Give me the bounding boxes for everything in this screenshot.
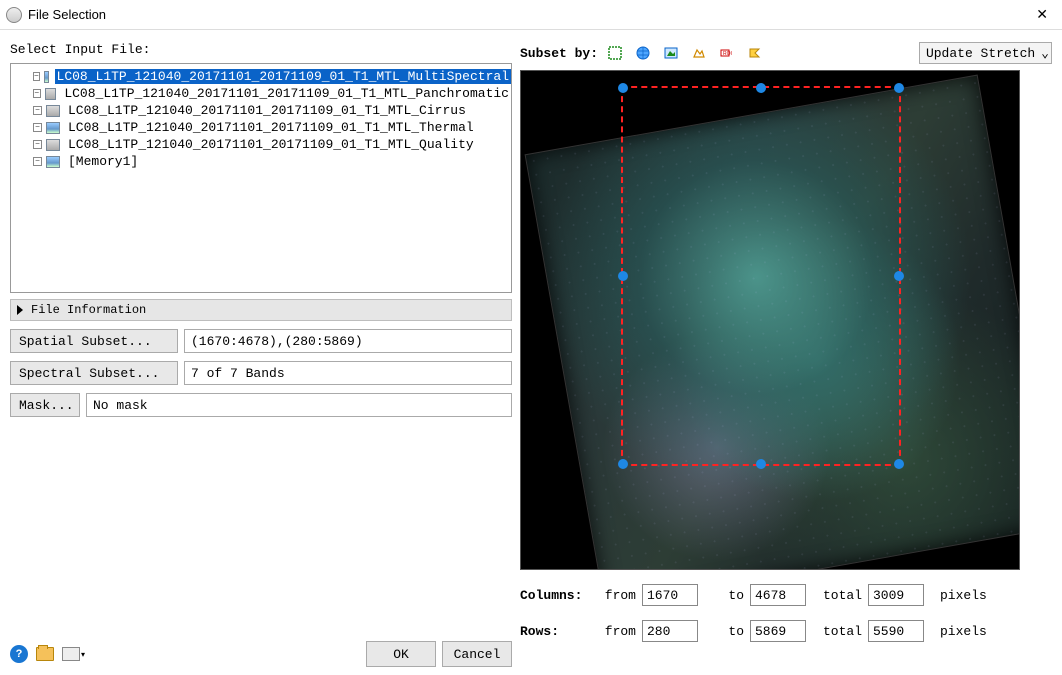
file-name: LC08_L1TP_121040_20171101_20171109_01_T1…: [66, 137, 476, 152]
spatial-subset-button[interactable]: Spatial Subset...: [10, 329, 178, 353]
file-list[interactable]: − LC08_L1TP_121040_20171101_20171109_01_T…: [10, 63, 512, 293]
file-icon: [46, 122, 60, 134]
update-stretch-label: Update Stretch: [926, 46, 1035, 61]
columns-total-input[interactable]: [868, 584, 924, 606]
tree-toggle-icon[interactable]: −: [33, 89, 41, 98]
columns-label: Columns:: [520, 588, 590, 603]
subset-file-tool-icon[interactable]: [660, 43, 682, 63]
file-list-item[interactable]: − LC08_L1TP_121040_20171101_20171109_01_T…: [11, 136, 511, 153]
file-icon: [46, 139, 60, 151]
expand-arrow-icon: [17, 305, 23, 315]
file-icon: [46, 156, 60, 168]
tree-toggle-icon[interactable]: −: [33, 123, 42, 132]
file-list-item[interactable]: − LC08_L1TP_121040_20171101_20171109_01_T…: [11, 85, 511, 102]
subset-by-label: Subset by:: [520, 46, 598, 61]
save-dropdown-button[interactable]: ▾: [62, 647, 85, 661]
update-stretch-dropdown[interactable]: Update Stretch ⌄: [919, 42, 1052, 64]
to-label: to: [704, 624, 744, 639]
file-icon: [46, 105, 60, 117]
satellite-image: [525, 75, 1020, 570]
file-name: [Memory1]: [66, 154, 140, 169]
roi-handle-tm[interactable]: [756, 83, 766, 93]
file-name: LC08_L1TP_121040_20171101_20171109_01_T1…: [66, 103, 468, 118]
from-label: from: [596, 588, 636, 603]
spectral-subset-button[interactable]: Spectral Subset...: [10, 361, 178, 385]
file-name: LC08_L1TP_121040_20171101_20171109_01_T1…: [66, 120, 476, 135]
close-icon[interactable]: ✕: [1028, 6, 1056, 23]
help-icon[interactable]: ?: [10, 645, 28, 663]
rows-to-input[interactable]: [750, 620, 806, 642]
total-label: total: [812, 624, 862, 639]
file-icon: [44, 71, 49, 83]
file-list-item[interactable]: − LC08_L1TP_121040_20171101_20171109_01_T…: [11, 119, 511, 136]
tree-toggle-icon[interactable]: −: [33, 106, 42, 115]
from-label: from: [596, 624, 636, 639]
preview-image-area[interactable]: [520, 70, 1020, 570]
chevron-down-icon: ▾: [81, 650, 85, 659]
mask-button[interactable]: Mask...: [10, 393, 80, 417]
ok-button[interactable]: OK: [366, 641, 436, 667]
file-list-item[interactable]: − [Memory1]: [11, 153, 511, 170]
titlebar: File Selection ✕: [0, 0, 1062, 30]
file-name: LC08_L1TP_121040_20171101_20171109_01_T1…: [62, 86, 511, 101]
subset-roi-tool-icon[interactable]: ROI: [716, 43, 738, 63]
tree-toggle-icon[interactable]: −: [33, 140, 42, 149]
select-input-label: Select Input File:: [10, 42, 512, 57]
subset-map-tool-icon[interactable]: [632, 43, 654, 63]
columns-from-input[interactable]: [642, 584, 698, 606]
to-label: to: [704, 588, 744, 603]
cancel-button[interactable]: Cancel: [442, 641, 512, 667]
save-icon: [62, 647, 80, 661]
rows-from-input[interactable]: [642, 620, 698, 642]
tree-toggle-icon[interactable]: −: [33, 157, 42, 166]
spatial-subset-value: (1670:4678),(280:5869): [184, 329, 512, 353]
file-list-item[interactable]: − LC08_L1TP_121040_20171101_20171109_01_T…: [11, 102, 511, 119]
mask-value: No mask: [86, 393, 512, 417]
pixels-label: pixels: [940, 588, 987, 603]
subset-geo-tool-icon[interactable]: [688, 43, 710, 63]
file-list-item[interactable]: − LC08_L1TP_121040_20171101_20171109_01_T…: [11, 68, 511, 85]
subset-image-tool-icon[interactable]: [604, 43, 626, 63]
tree-toggle-icon[interactable]: −: [33, 72, 40, 81]
rows-label: Rows:: [520, 624, 590, 639]
file-information-header[interactable]: File Information: [10, 299, 512, 321]
file-information-label: File Information: [31, 303, 146, 317]
subset-vector-tool-icon[interactable]: [744, 43, 766, 63]
file-name: LC08_L1TP_121040_20171101_20171109_01_T1…: [55, 69, 511, 84]
spectral-subset-value: 7 of 7 Bands: [184, 361, 512, 385]
total-label: total: [812, 588, 862, 603]
chevron-down-icon: ⌄: [1041, 46, 1049, 61]
svg-text:ROI: ROI: [723, 51, 732, 57]
open-folder-icon[interactable]: [36, 647, 54, 661]
columns-to-input[interactable]: [750, 584, 806, 606]
app-icon: [6, 7, 22, 23]
roi-handle-tl[interactable]: [618, 83, 628, 93]
pixels-label: pixels: [940, 624, 987, 639]
window-title: File Selection: [28, 7, 106, 22]
rows-total-input[interactable]: [868, 620, 924, 642]
file-icon: [45, 88, 57, 100]
